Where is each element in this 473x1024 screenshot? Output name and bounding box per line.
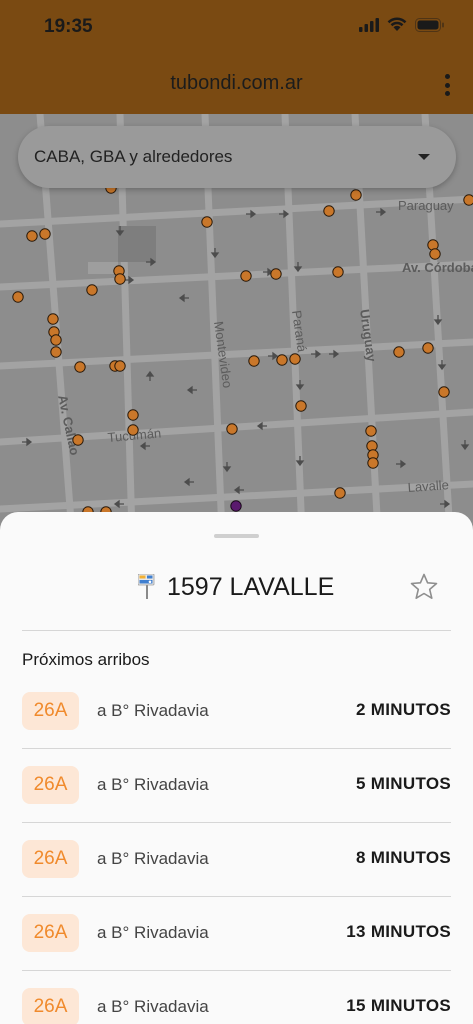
map-direction-arrow [139, 441, 150, 451]
bus-marker [323, 205, 335, 217]
bus-marker [50, 346, 62, 358]
map-direction-arrow [233, 485, 244, 495]
arrival-eta: 8 MINUTOS [356, 848, 451, 867]
arrival-eta: 13 MINUTOS [346, 922, 451, 941]
bus-marker [393, 346, 405, 358]
bus-marker [332, 266, 344, 278]
status-time: 19:35 [44, 16, 93, 37]
arrival-eta: 15 MINUTOS [346, 996, 451, 1015]
bus-marker [114, 360, 126, 372]
bus-marker [226, 423, 238, 435]
map-direction-arrow [183, 477, 194, 487]
line-badge: 26A [22, 692, 79, 730]
arrival-destination: a B° Rivadavia [97, 923, 209, 942]
region-selector[interactable]: CABA, GBA y alrededores [18, 126, 456, 188]
arrival-destination: a B° Rivadavia [97, 701, 209, 720]
map-street-label: Lavalle [407, 477, 449, 495]
arrival-eta: 5 MINUTOS [356, 774, 451, 793]
battery-icon [415, 17, 444, 32]
bus-marker [295, 400, 307, 412]
bus-marker [429, 248, 441, 260]
bus-marker [127, 424, 139, 436]
star-icon[interactable] [409, 572, 439, 602]
bus-marker [127, 409, 139, 421]
bus-marker [114, 273, 126, 285]
map-street-label: Av. Callao [55, 394, 82, 457]
bus-marker [201, 216, 213, 228]
status-bar: 19:35 [0, 0, 473, 56]
map-direction-arrow [376, 207, 387, 217]
bus-marker [50, 334, 62, 346]
bus-marker [438, 386, 450, 398]
line-badge: 26A [22, 988, 79, 1024]
arrival-destination: a B° Rivadavia [97, 997, 209, 1016]
arrival-row[interactable]: 26A a B° Rivadavia 5 MINUTOS [0, 749, 473, 823]
wifi-icon [387, 17, 407, 31]
region-selector-value: CABA, GBA y alrededores [34, 147, 233, 166]
map-block [118, 226, 156, 262]
bus-marker [276, 354, 288, 366]
browser-bar: tubondi.com.ar [0, 56, 473, 114]
map-direction-arrow [460, 440, 470, 451]
selected-stop-marker [230, 500, 242, 512]
url-text[interactable]: tubondi.com.ar [0, 72, 473, 95]
sheet-drag-handle[interactable] [214, 534, 259, 538]
bus-marker [47, 313, 59, 325]
map-direction-arrow [145, 370, 155, 381]
section-title: Próximos arribos [22, 650, 150, 669]
arrival-row[interactable]: 26A a B° Rivadavia 15 MINUTOS [0, 971, 473, 1024]
bus-marker [240, 270, 252, 282]
bus-marker [367, 457, 379, 469]
map-bus-markers [12, 182, 473, 518]
divider [22, 630, 451, 631]
status-icons [359, 17, 445, 32]
bus-marker [422, 342, 434, 354]
stop-bottom-sheet: 1597 LAVALLE Próximos arribos 26A a B° R… [0, 512, 473, 1024]
line-badge: 26A [22, 840, 79, 878]
bus-marker [248, 355, 260, 367]
arrival-destination: a B° Rivadavia [97, 849, 209, 868]
line-badge: 26A [22, 766, 79, 804]
map-direction-arrow [178, 293, 189, 303]
arrival-row[interactable]: 26A a B° Rivadavia 8 MINUTOS [0, 823, 473, 897]
map-street-label: Paraguay [398, 198, 454, 213]
arrival-row[interactable]: 26A a B° Rivadavia 13 MINUTOS [0, 897, 473, 971]
bus-marker [72, 434, 84, 446]
bus-marker [39, 228, 51, 240]
bus-marker [334, 487, 346, 499]
bus-marker [74, 361, 86, 373]
signal-icon [359, 17, 379, 32]
map-street-label: Uruguay [357, 308, 379, 363]
bus-marker [26, 230, 38, 242]
bus-marker [350, 189, 362, 201]
map-direction-arrow [222, 462, 232, 473]
bus-marker [12, 291, 24, 303]
bus-marker [289, 353, 301, 365]
more-menu-icon[interactable] [443, 74, 451, 96]
bus-marker [365, 425, 377, 437]
line-badge: 26A [22, 914, 79, 952]
arrival-destination: a B° Rivadavia [97, 775, 209, 794]
bus-marker [86, 284, 98, 296]
arrival-eta: 2 MINUTOS [356, 700, 451, 719]
chevron-down-icon [418, 154, 430, 160]
map-street-label: Av. Córdoba [402, 260, 473, 275]
bus-marker [270, 268, 282, 280]
bus-marker [463, 194, 473, 206]
arrival-row[interactable]: 26A a B° Rivadavia 2 MINUTOS [0, 675, 473, 749]
stop-title: 1597 LAVALLE [167, 573, 335, 601]
bus-stop-icon [138, 574, 155, 599]
map-direction-arrow [396, 459, 407, 469]
map-direction-arrow [186, 385, 197, 395]
